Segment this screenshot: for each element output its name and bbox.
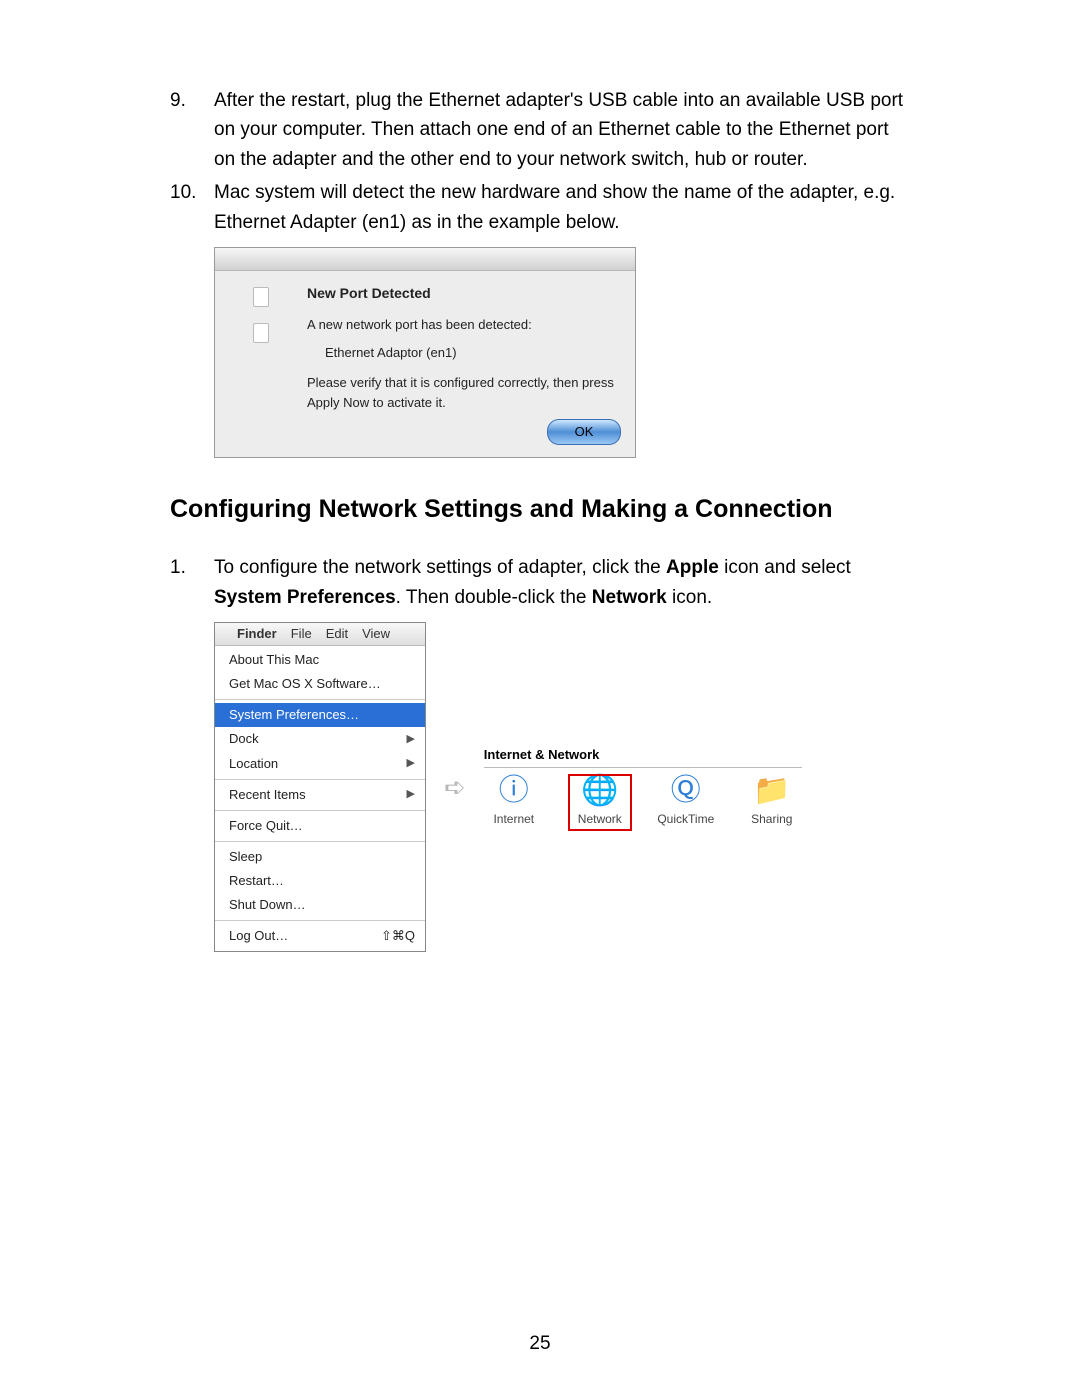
pref-network[interactable]: 🌐 Network (570, 776, 630, 829)
submenu-arrow-icon: ▶ (407, 786, 415, 803)
internet-icon: ⓘ (499, 776, 529, 806)
menu-get-osx-software[interactable]: Get Mac OS X Software… (215, 672, 425, 696)
menu-recent-items[interactable]: Recent Items ▶ (215, 783, 425, 807)
page-number: 25 (0, 1333, 1080, 1355)
page-icon (253, 287, 269, 307)
menu-about-this-mac[interactable]: About This Mac (215, 648, 425, 672)
dialog-port-name: Ethernet Adaptor (en1) (325, 343, 621, 363)
dialog-title: New Port Detected (307, 283, 621, 305)
mi-label: Get Mac OS X Software… (229, 674, 381, 694)
dialog-message-1: A new network port has been detected: (307, 315, 621, 335)
quicktime-icon: Ⓠ (671, 776, 701, 806)
mi-label: Sleep (229, 847, 262, 867)
pref-section-title: Internet & Network (484, 745, 802, 768)
menu-shut-down[interactable]: Shut Down… (215, 893, 425, 917)
menubar-view[interactable]: View (362, 624, 390, 644)
menubar-finder[interactable]: Finder (237, 624, 277, 644)
substep-number-1: 1. (170, 553, 214, 612)
network-globe-icon: 🌐 (581, 776, 618, 806)
menu-separator (215, 810, 425, 811)
menu-separator (215, 920, 425, 921)
mi-label: System Preferences… (229, 705, 359, 725)
submenu-arrow-icon: ▶ (407, 755, 415, 772)
step-number-9: 9. (170, 86, 214, 174)
ok-button[interactable]: OK (547, 419, 621, 445)
substep-mid: icon and select (719, 557, 851, 578)
bold-apple: Apple (666, 557, 719, 578)
bold-sysprefs: System Preferences (214, 587, 396, 608)
pref-label: Sharing (751, 810, 792, 829)
step-text-10: Mac system will detect the new hardware … (214, 178, 910, 237)
submenu-arrow-icon: ▶ (407, 731, 415, 748)
menu-separator (215, 699, 425, 700)
step-number-10: 10. (170, 178, 214, 237)
sharing-folder-icon: 📁 (753, 776, 790, 806)
menu-separator (215, 779, 425, 780)
section-heading: Configuring Network Settings and Making … (170, 490, 910, 529)
pref-sharing[interactable]: 📁 Sharing (742, 776, 802, 829)
menu-dock[interactable]: Dock ▶ (215, 727, 425, 751)
dialog-message-2: Please verify that it is configured corr… (307, 373, 621, 413)
dialog-titlebar (215, 248, 635, 271)
substep-mid2: . Then double-click the (396, 587, 592, 608)
bold-network: Network (592, 587, 667, 608)
apple-menu-screenshot: Finder File Edit View About This Mac Get… (214, 622, 426, 952)
sysprefs-network-section: Internet & Network ⓘ Internet 🌐 Network … (484, 745, 802, 829)
mi-label: Dock (229, 729, 259, 749)
mi-shortcut: ⇧⌘Q (381, 926, 415, 946)
menu-system-preferences[interactable]: System Preferences… (215, 703, 425, 727)
menubar-edit[interactable]: Edit (326, 624, 348, 644)
pref-label: Internet (493, 810, 534, 829)
substep-pre: To configure the network settings of ada… (214, 557, 666, 578)
menu-location[interactable]: Location ▶ (215, 752, 425, 776)
pref-label: QuickTime (657, 810, 714, 829)
pref-internet[interactable]: ⓘ Internet (484, 776, 544, 829)
mi-label: Force Quit… (229, 816, 303, 836)
menu-restart[interactable]: Restart… (215, 869, 425, 893)
mi-label: Log Out… (229, 926, 288, 946)
new-port-dialog: New Port Detected A new network port has… (214, 247, 636, 458)
mi-label: Restart… (229, 871, 284, 891)
menu-log-out[interactable]: Log Out… ⇧⌘Q (215, 924, 425, 948)
pref-quicktime[interactable]: Ⓠ QuickTime (656, 776, 716, 829)
step-text-9: After the restart, plug the Ethernet ada… (214, 86, 910, 174)
substep-text-1: To configure the network settings of ada… (214, 553, 910, 612)
page-icon (253, 323, 269, 343)
menu-sleep[interactable]: Sleep (215, 845, 425, 869)
pref-label: Network (578, 810, 622, 829)
substep-post: icon. (667, 587, 712, 608)
arrow-right-icon: ➪ (444, 767, 466, 807)
mi-label: Location (229, 754, 278, 774)
menu-force-quit[interactable]: Force Quit… (215, 814, 425, 838)
mi-label: Shut Down… (229, 895, 306, 915)
menu-separator (215, 841, 425, 842)
mi-label: Recent Items (229, 785, 306, 805)
mi-label: About This Mac (229, 650, 319, 670)
menubar-file[interactable]: File (291, 624, 312, 644)
